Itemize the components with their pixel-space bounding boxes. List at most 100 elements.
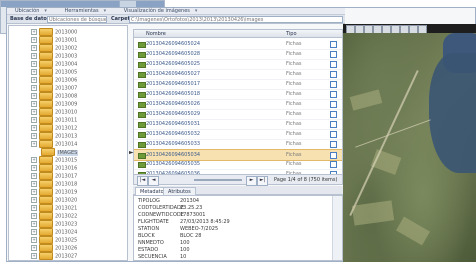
folder-node[interactable]: +2013026 (31, 244, 77, 252)
file-checkbox[interactable] (330, 131, 337, 138)
folder-node[interactable]: +2013010 (31, 108, 77, 116)
file-type: Fichas (286, 111, 302, 117)
page-slider[interactable] (194, 179, 242, 181)
folder-node[interactable]: +2013013 (31, 132, 77, 140)
file-checkbox[interactable] (330, 101, 337, 108)
expand-icon[interactable]: + (31, 237, 37, 243)
expand-icon[interactable]: + (31, 221, 37, 227)
folder-node[interactable]: +2013002 (31, 44, 77, 52)
folder-icon (39, 220, 53, 228)
file-checkbox[interactable] (330, 61, 337, 68)
folder-node[interactable]: +2013001 (31, 36, 77, 44)
expand-icon[interactable]: + (31, 109, 37, 115)
file-checkbox[interactable] (330, 161, 337, 168)
folder-icon (39, 164, 53, 172)
folder-node[interactable]: +2013005 (31, 68, 77, 76)
folder-node[interactable]: +2013012 (31, 124, 77, 132)
expand-icon[interactable]: + (31, 45, 37, 51)
expand-icon[interactable]: + (31, 165, 37, 171)
aerial-map-view[interactable] (343, 33, 476, 262)
expand-icon[interactable]: + (31, 229, 37, 235)
column-header-type[interactable]: Tipo (286, 30, 297, 38)
folder-node[interactable]: +2013006 (31, 76, 77, 84)
expand-icon[interactable]: + (31, 245, 37, 251)
expand-icon[interactable]: + (31, 253, 37, 259)
folder-node[interactable]: +2013021 (31, 204, 77, 212)
file-checkbox[interactable] (330, 121, 337, 128)
expand-icon[interactable]: + (31, 181, 37, 187)
folder-icon (39, 44, 53, 52)
menu-item-herramientas[interactable]: Herramientas ▾ (61, 8, 111, 15)
folder-node[interactable]: +2013003 (31, 52, 77, 60)
expand-icon[interactable]: + (31, 157, 37, 163)
expand-icon[interactable]: + (31, 125, 37, 131)
folder-node[interactable]: +2013024 (31, 228, 77, 236)
file-checkbox[interactable] (330, 91, 337, 98)
first-page-button[interactable]: |◄ (137, 176, 148, 186)
folder-node[interactable]: +2013015 (31, 156, 77, 164)
expand-icon[interactable]: + (31, 69, 37, 75)
path-field[interactable]: C:\Imagenes\Ortofotos\2013\2013\20130426… (129, 16, 343, 23)
expand-icon[interactable]: + (31, 213, 37, 219)
folder-node[interactable]: +2013018 (31, 180, 77, 188)
menu-item-ubicacion[interactable]: Ubicación ▾ (11, 8, 51, 15)
folder-icon (39, 244, 53, 252)
menu-item-visualizacion[interactable]: Visualización de imágenes ▾ (120, 8, 202, 15)
expand-icon[interactable]: + (31, 205, 37, 211)
file-checkbox[interactable] (330, 141, 337, 148)
expand-icon[interactable]: + (31, 117, 37, 123)
folder-node[interactable]: +2013027 (31, 252, 77, 260)
folder-node[interactable]: +2013025 (31, 236, 77, 244)
image-file-icon (138, 62, 146, 68)
expand-icon[interactable]: + (31, 61, 37, 67)
expand-icon[interactable]: + (31, 77, 37, 83)
expand-icon[interactable]: + (31, 173, 37, 179)
folder-label: 2013023 (55, 221, 78, 228)
folder-label: 2013027 (55, 253, 78, 260)
file-checkbox[interactable] (330, 51, 337, 58)
file-name: 20130426094605033 (146, 141, 201, 147)
file-checkbox[interactable] (330, 152, 337, 159)
last-page-button[interactable]: ►| (257, 176, 268, 186)
folder-node[interactable]: +2013008 (31, 92, 77, 100)
image-file-icon (138, 72, 146, 78)
expand-icon[interactable]: + (31, 85, 37, 91)
expand-icon[interactable]: + (31, 53, 37, 59)
folder-node[interactable]: +2013007 (31, 84, 77, 92)
next-page-button[interactable]: ► (246, 176, 257, 186)
expand-icon[interactable]: + (31, 141, 37, 147)
folder-node[interactable]: +2013022 (31, 212, 77, 220)
expand-icon[interactable]: + (31, 189, 37, 195)
folder-node-selected[interactable]: IMAGES (41, 148, 79, 156)
database-field[interactable]: Ubicaciones de búsqueda (47, 16, 107, 23)
expand-icon[interactable]: + (31, 133, 37, 139)
expand-icon[interactable]: + (31, 101, 37, 107)
tree-scrollbar[interactable] (127, 26, 128, 261)
file-checkbox[interactable] (330, 41, 337, 48)
properties-scrollbar[interactable] (332, 196, 342, 260)
folder-label: 2013019 (55, 189, 78, 196)
column-header-name[interactable]: Nombre (146, 30, 166, 38)
folder-node[interactable]: +2013023 (31, 220, 77, 228)
file-name: 20130426094605032 (146, 131, 201, 137)
folder-node[interactable]: +2013004 (31, 60, 77, 68)
folder-node[interactable]: +2013000 (31, 28, 77, 36)
folder-node[interactable]: +2013019 (31, 188, 77, 196)
tree-scrollbar-thumb[interactable] (127, 82, 128, 122)
folder-node[interactable]: +2013017 (31, 172, 77, 180)
expand-icon[interactable]: + (31, 37, 37, 43)
folder-node[interactable]: +2013016 (31, 164, 77, 172)
expand-icon[interactable]: + (31, 93, 37, 99)
expand-icon[interactable]: + (31, 197, 37, 203)
folder-node[interactable]: +2013014 (31, 140, 77, 148)
file-checkbox[interactable] (330, 81, 337, 88)
prev-page-button[interactable]: ◄ (148, 176, 159, 186)
expand-icon[interactable]: + (31, 29, 37, 35)
folder-node[interactable]: +2013020 (31, 196, 77, 204)
folder-label: 2013002 (55, 45, 78, 52)
folder-node[interactable]: +2013009 (31, 100, 77, 108)
file-checkbox[interactable] (330, 71, 337, 78)
property-key: ESTADO (138, 247, 159, 253)
file-checkbox[interactable] (330, 111, 337, 118)
folder-node[interactable]: +2013011 (31, 116, 77, 124)
